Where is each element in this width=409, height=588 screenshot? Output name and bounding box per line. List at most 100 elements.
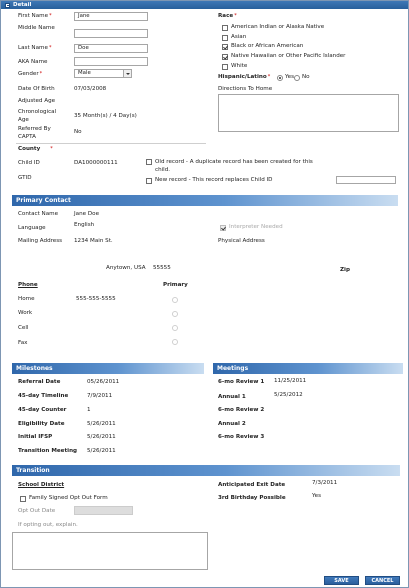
hispanic-yes-radio[interactable] <box>277 75 283 81</box>
detail-title-bar: Detail <box>1 1 408 9</box>
eligibility-date-label: Eligibility Date <box>18 421 65 427</box>
school-district-label: School District <box>18 482 65 488</box>
race-checkbox-black[interactable] <box>222 44 228 50</box>
primary-radio-work[interactable] <box>172 311 178 317</box>
third-birthday-value: Yes <box>312 493 322 499</box>
aka-name-input[interactable] <box>74 57 148 66</box>
old-record-label: Old record - A duplicate record has been… <box>155 159 313 173</box>
race-option-white: White <box>231 63 248 69</box>
gtid-label: GTID <box>18 175 32 181</box>
middle-name-input[interactable] <box>74 29 148 38</box>
review-3-label: 6-mo Review 3 <box>218 434 265 440</box>
opt-out-explain-label: If opting out, explain. <box>18 522 78 528</box>
counter-value: 1 <box>87 407 91 413</box>
chrono-age-value: 35 Month(s) / 4 Day(s) <box>74 113 137 119</box>
last-name-label: Last Name* <box>18 45 52 51</box>
cancel-button[interactable]: CANCEL <box>365 576 400 585</box>
race-option-hawaiian: Native Hawaiian or Other Pacific Islande… <box>231 53 346 59</box>
opt-out-date-input[interactable] <box>74 506 133 515</box>
family-signed-checkbox[interactable] <box>20 496 26 502</box>
race-checkbox-hawaiian[interactable] <box>222 54 228 60</box>
chrono-age-label: Chronological Age <box>18 109 57 123</box>
gender-select[interactable]: Male <box>74 69 132 78</box>
review-2-label: 6-mo Review 2 <box>218 407 265 413</box>
aka-name-label: AKA Name <box>18 59 48 65</box>
interpreter-checkbox[interactable] <box>220 225 226 231</box>
county-label: County * <box>18 146 53 152</box>
primary-contact-header: Primary Contact <box>12 195 398 206</box>
anticipated-exit-label: Anticipated Exit Date <box>218 482 286 488</box>
race-checkbox-american-indian[interactable] <box>222 25 228 31</box>
gender-selected-value: Male <box>78 70 91 76</box>
timeline-value: 7/9/2011 <box>87 393 113 399</box>
physical-address-label: Physical Address <box>218 238 265 244</box>
referred-by-label: Referred By CAPTA <box>18 126 51 140</box>
transition-meeting-value: 5/26/2011 <box>87 448 116 454</box>
replaces-child-id-input[interactable] <box>336 176 396 184</box>
initial-ifsp-label: Initial IFSP <box>18 434 53 440</box>
race-label: Race* <box>218 13 237 19</box>
mailing-address-value: 1234 Main St. <box>74 238 113 244</box>
review-1-label: 6-mo Review 1 <box>218 379 265 385</box>
review-1-value: 11/25/2011 <box>274 378 307 384</box>
primary-radio-cell[interactable] <box>172 325 178 331</box>
hispanic-no-radio[interactable] <box>294 75 300 81</box>
phone-type-fax: Fax <box>18 340 28 346</box>
zip-value: 55555 <box>153 265 171 271</box>
dob-label: Date Of Birth <box>18 86 55 92</box>
city-state-value: Anytown, USA <box>106 265 146 271</box>
primary-radio-fax[interactable] <box>172 339 178 345</box>
transition-meeting-label: Transition Meeting <box>18 448 78 454</box>
divider <box>16 143 206 144</box>
family-signed-label: Family Signed Opt Out Form <box>29 495 108 501</box>
directions-textarea[interactable] <box>218 94 399 132</box>
last-name-input[interactable]: Doe <box>74 44 148 53</box>
interpreter-label: Interpreter Needed <box>229 224 283 230</box>
anticipated-exit-value: 7/3/2011 <box>312 480 338 486</box>
meetings-header: Meetings <box>213 363 403 374</box>
mailing-address-label: Mailing Address <box>18 238 63 244</box>
language-label: Language <box>18 225 46 231</box>
chevron-down-icon <box>123 70 131 77</box>
adjusted-age-label: Adjusted Age <box>18 98 56 104</box>
gender-label: Gender* <box>18 71 43 77</box>
referral-date-label: Referral Date <box>18 379 61 385</box>
phone-label: Phone <box>18 282 38 288</box>
child-id-label: Child ID <box>18 160 40 166</box>
phone-type-home: Home <box>18 296 35 302</box>
phone-number-home: 555-555-5555 <box>76 296 116 302</box>
opt-out-explain-textarea[interactable] <box>12 532 208 570</box>
counter-label: 45-day Counter <box>18 407 67 413</box>
annual-1-value: 5/25/2012 <box>274 392 303 398</box>
race-checkbox-white[interactable] <box>222 64 228 70</box>
old-record-checkbox[interactable] <box>146 159 152 165</box>
eligibility-date-value: 5/26/2011 <box>87 421 116 427</box>
zip-label: Zip <box>340 267 350 273</box>
first-name-input[interactable]: Jane <box>74 12 148 21</box>
race-option-american-indian: American Indian or Alaska Native <box>231 24 325 30</box>
transition-header: Transition <box>12 465 400 476</box>
detail-title: Detail <box>13 1 32 8</box>
annual-1-label: Annual 1 <box>218 394 246 400</box>
contact-name-label: Contact Name <box>18 211 59 217</box>
phone-type-cell: Cell <box>18 325 29 331</box>
dob-value: 07/03/2008 <box>74 86 107 92</box>
primary-radio-home[interactable] <box>172 297 178 303</box>
hispanic-label: Hispanic/Latino* <box>218 74 271 80</box>
phone-type-work: Work <box>18 310 33 316</box>
hispanic-no-label: No <box>302 74 310 80</box>
collapse-icon[interactable] <box>5 2 10 8</box>
third-birthday-label: 3rd Birthday Possible <box>218 495 286 501</box>
first-name-label: First Name* <box>18 13 52 19</box>
race-checkbox-asian[interactable] <box>222 35 228 41</box>
contact-name-value: Jane Doe <box>74 211 100 217</box>
child-id-value: DA1000000111 <box>74 160 118 166</box>
new-record-checkbox[interactable] <box>146 178 152 184</box>
middle-name-label: Middle Name <box>18 25 55 31</box>
directions-label: Directions To Home <box>218 86 273 92</box>
race-option-black: Black or African American <box>231 43 304 49</box>
annual-2-label: Annual 2 <box>218 421 246 427</box>
save-button[interactable]: SAVE <box>324 576 359 585</box>
primary-label: Primary <box>163 282 188 288</box>
timeline-label: 45-day Timeline <box>18 393 69 399</box>
